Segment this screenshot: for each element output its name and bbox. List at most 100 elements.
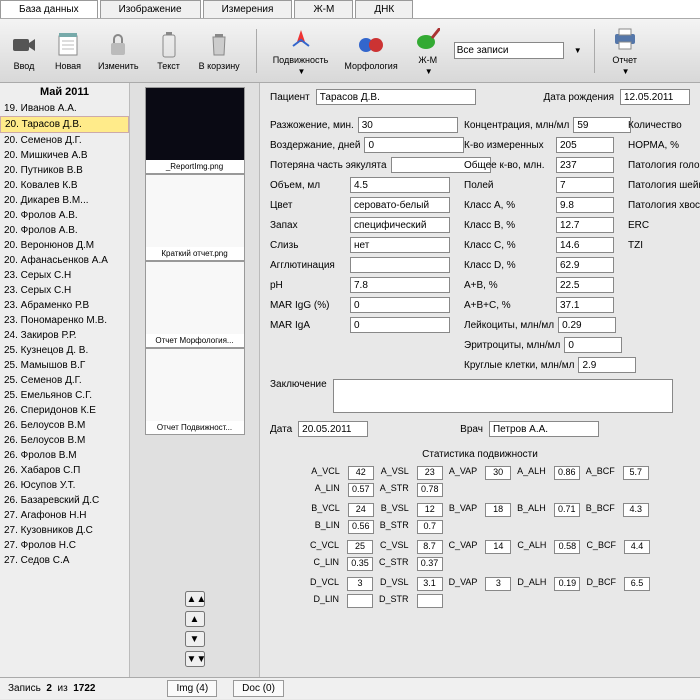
btn-text[interactable]: Текст bbox=[151, 29, 187, 73]
patient-row[interactable]: 20. Дикарев В.М... bbox=[0, 193, 129, 208]
main-tabs: База данных Изображение Измерения Ж-М ДН… bbox=[0, 0, 700, 19]
obsh-input[interactable] bbox=[556, 157, 614, 173]
patient-row[interactable]: 23. Абраменко Р.В bbox=[0, 298, 129, 313]
kc-input[interactable] bbox=[556, 237, 614, 253]
btn-morph[interactable]: Морфология bbox=[340, 29, 401, 73]
chevron-down-icon: ▼ bbox=[298, 67, 306, 76]
patient-row[interactable]: 19. Иванов А.А. bbox=[0, 101, 129, 116]
thumbnail[interactable]: Отчет Морфология... bbox=[145, 261, 245, 348]
btn-vvod[interactable]: Ввод bbox=[6, 29, 42, 73]
patient-row[interactable]: 20. Афанасьенков А.А bbox=[0, 253, 129, 268]
obem-input[interactable] bbox=[350, 177, 450, 193]
form-panel: Пациент Дата рождения Разжожение, мин. К… bbox=[260, 83, 700, 677]
patient-row[interactable]: 26. Фролов В.М bbox=[0, 448, 129, 463]
stats-title: Статистика подвижности bbox=[270, 449, 690, 460]
patient-row[interactable]: 23. Пономаренко М.В. bbox=[0, 313, 129, 328]
thumbnail[interactable]: _ReportImg.png bbox=[145, 87, 245, 174]
btn-edit[interactable]: Изменить bbox=[94, 29, 143, 73]
eritr-input[interactable] bbox=[564, 337, 622, 353]
filter-combo[interactable] bbox=[454, 42, 564, 59]
stat-cell bbox=[347, 594, 373, 608]
patient-row[interactable]: 20. Тарасов Д.В. bbox=[0, 116, 129, 133]
stat-cell: 0.71 bbox=[554, 503, 580, 517]
marigg-input[interactable] bbox=[350, 297, 450, 313]
patient-row[interactable]: 26. Юсупов У.Т. bbox=[0, 478, 129, 493]
vrach-input[interactable] bbox=[489, 421, 599, 437]
trash-icon bbox=[205, 31, 233, 59]
nav-last[interactable]: ▲▲ bbox=[185, 591, 205, 607]
img-count-btn[interactable]: Img (4) bbox=[167, 680, 217, 697]
razzh-input[interactable] bbox=[358, 117, 458, 133]
patient-row[interactable]: 23. Серых С.Н bbox=[0, 268, 129, 283]
patient-row[interactable]: 20. Ковалев К.В bbox=[0, 178, 129, 193]
ab-input[interactable] bbox=[556, 277, 614, 293]
stat-cell: 8.7 bbox=[417, 540, 443, 554]
image-panel: _ReportImg.pngКраткий отчет.pngОтчет Мор… bbox=[130, 83, 260, 677]
stat-cell: 24 bbox=[348, 503, 374, 517]
konc-input[interactable] bbox=[573, 117, 631, 133]
leik-input[interactable] bbox=[558, 317, 616, 333]
patient-row[interactable]: 26. Сперидонов К.Е bbox=[0, 403, 129, 418]
btn-report[interactable]: Отчет▼ bbox=[607, 23, 643, 78]
kb-input[interactable] bbox=[556, 217, 614, 233]
abc-input[interactable] bbox=[556, 297, 614, 313]
sliz-input[interactable] bbox=[350, 237, 450, 253]
patient-row[interactable]: 26. Белоусов В.М bbox=[0, 433, 129, 448]
patient-row[interactable]: 25. Емельянов С.Г. bbox=[0, 388, 129, 403]
vozd-input[interactable] bbox=[364, 137, 464, 153]
patient-row[interactable]: 20. Веронюнов Д.М bbox=[0, 238, 129, 253]
patient-row[interactable]: 25. Семенов Д.Г. bbox=[0, 373, 129, 388]
tab-db[interactable]: База данных bbox=[0, 0, 98, 18]
patient-row[interactable]: 25. Кузнецов Д. В. bbox=[0, 343, 129, 358]
patient-row[interactable]: 27. Агафонов Н.Н bbox=[0, 508, 129, 523]
patient-row[interactable]: 20. Семенов Д.Г. bbox=[0, 133, 129, 148]
ph-input[interactable] bbox=[350, 277, 450, 293]
stat-cell: 14 bbox=[485, 540, 511, 554]
btn-new[interactable]: Новая bbox=[50, 29, 86, 73]
stat-cell: 3.1 bbox=[417, 577, 443, 591]
kizm-input[interactable] bbox=[556, 137, 614, 153]
date-input[interactable] bbox=[298, 421, 368, 437]
patient-row[interactable]: 25. Мамышов В.Г bbox=[0, 358, 129, 373]
patient-row[interactable]: 20. Путников В.В bbox=[0, 163, 129, 178]
patient-input[interactable] bbox=[316, 89, 476, 105]
nav-first[interactable]: ▼▼ bbox=[185, 651, 205, 667]
dob-input[interactable] bbox=[620, 89, 690, 105]
stat-cell: 0.56 bbox=[348, 520, 374, 534]
aggl-input[interactable] bbox=[350, 257, 450, 273]
patient-row[interactable]: 27. Фролов Н.С bbox=[0, 538, 129, 553]
btn-mobility[interactable]: Подвижность▼ bbox=[269, 23, 333, 78]
patient-row[interactable]: 24. Закиров Р.Р. bbox=[0, 328, 129, 343]
thumbnail[interactable]: Краткий отчет.png bbox=[145, 174, 245, 261]
patient-row[interactable]: 27. Кузовников Д.С bbox=[0, 523, 129, 538]
stat-cell: 6.5 bbox=[624, 577, 650, 591]
patient-row[interactable]: 23. Серых С.Н bbox=[0, 283, 129, 298]
patient-row[interactable]: 26. Хабаров С.П bbox=[0, 463, 129, 478]
patient-row[interactable]: 26. Базаревский Д.С bbox=[0, 493, 129, 508]
btn-zhm[interactable]: Ж-М▼ bbox=[410, 23, 446, 78]
palette-icon bbox=[414, 25, 442, 53]
notepad-icon bbox=[54, 31, 82, 59]
patient-row[interactable]: 20. Мишкичев А.В bbox=[0, 148, 129, 163]
patient-row[interactable]: 20. Фролов А.В. bbox=[0, 208, 129, 223]
poley-input[interactable] bbox=[556, 177, 614, 193]
tab-zhm[interactable]: Ж-М bbox=[294, 0, 353, 18]
zapah-input[interactable] bbox=[350, 217, 450, 233]
cvet-input[interactable] bbox=[350, 197, 450, 213]
nav-down[interactable]: ▼ bbox=[185, 631, 205, 647]
ka-input[interactable] bbox=[556, 197, 614, 213]
nav-up[interactable]: ▲ bbox=[185, 611, 205, 627]
tab-image[interactable]: Изображение bbox=[100, 0, 201, 18]
thumbnail[interactable]: Отчет Подвижност... bbox=[145, 348, 245, 435]
chevron-down-icon[interactable]: ▼ bbox=[574, 46, 582, 55]
tab-dnk[interactable]: ДНК bbox=[355, 0, 413, 18]
mariga-input[interactable] bbox=[350, 317, 450, 333]
doc-count-btn[interactable]: Doc (0) bbox=[233, 680, 284, 697]
zakl-input[interactable] bbox=[333, 379, 673, 413]
btn-trash[interactable]: В корзину bbox=[195, 29, 244, 73]
patient-row[interactable]: 26. Белоусов В.М bbox=[0, 418, 129, 433]
kd-input[interactable] bbox=[556, 257, 614, 273]
tab-measure[interactable]: Измерения bbox=[203, 0, 293, 18]
patient-row[interactable]: 20. Фролов А.В. bbox=[0, 223, 129, 238]
patient-row[interactable]: 27. Седов С.А bbox=[0, 553, 129, 568]
